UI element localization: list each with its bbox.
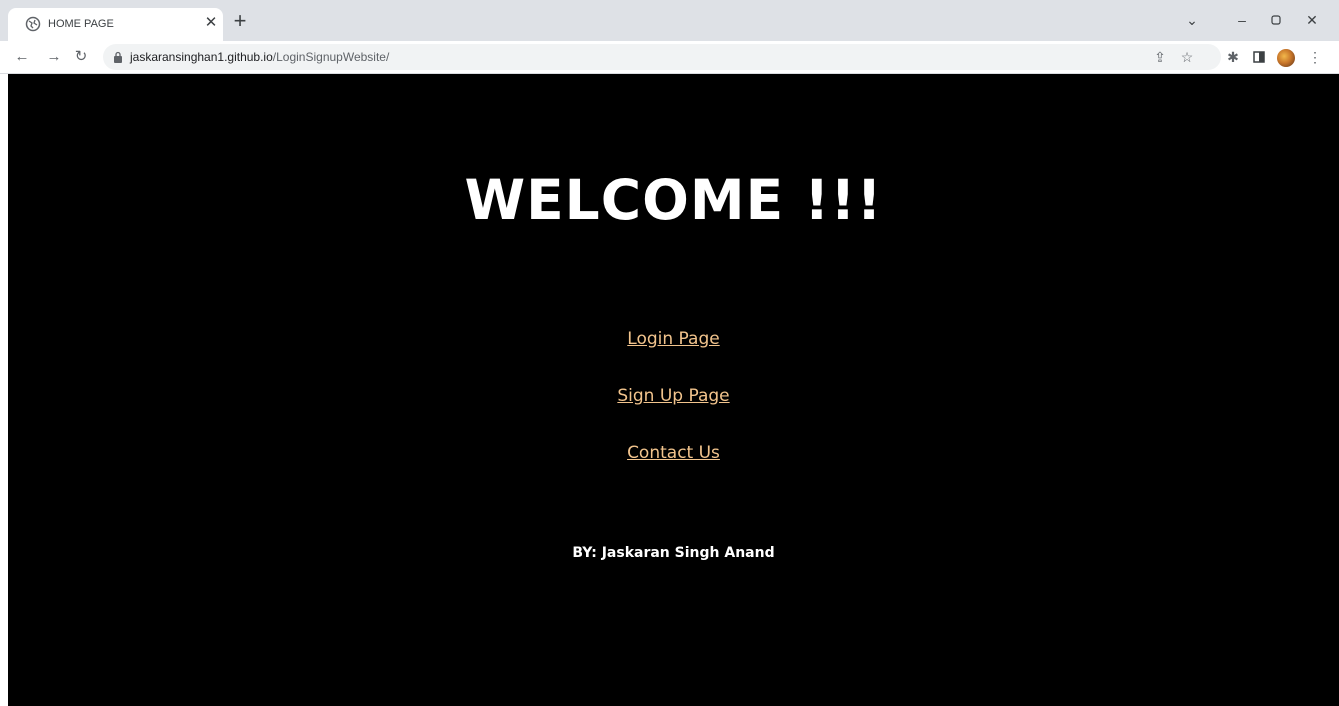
new-tab-icon[interactable]: + [230,10,250,32]
tab-search-icon[interactable]: ⌄ [1182,10,1202,30]
url-host: jaskaransinghan1.github.io [130,50,273,64]
contact-us-link[interactable]: Contact Us [627,443,720,463]
side-panel-icon[interactable] [1250,48,1268,66]
welcome-heading: WELCOME !!! [464,168,883,232]
tab-title: HOME PAGE [48,18,114,30]
profile-avatar[interactable] [1277,49,1295,67]
contact-link-row: Contact Us [8,443,1339,463]
browser-window: HOME PAGE ✕ + ⌄ – ✕ ← → ↻ jaskaransingha… [0,0,1339,706]
close-window-icon[interactable]: ✕ [1302,10,1322,30]
extensions-puzzle-icon[interactable]: ✱ [1224,48,1242,66]
lock-icon [114,51,122,63]
forward-arrow-icon[interactable]: → [44,46,64,68]
minimize-icon[interactable]: – [1232,10,1252,30]
address-bar[interactable]: jaskaransinghan1.github.io/LoginSignupWe… [103,44,1221,70]
reload-icon[interactable]: ↻ [71,46,91,68]
menu-kebab-icon[interactable]: ⋮ [1306,48,1324,66]
sign-up-page-link[interactable]: Sign Up Page [617,386,729,406]
share-icon[interactable]: ⇪ [1151,48,1169,66]
tab-close-icon[interactable]: ✕ [201,13,221,33]
tab-home-page[interactable]: HOME PAGE ✕ [8,8,223,41]
url-path: /LoginSignupWebsite/ [272,50,390,64]
login-link-row: Login Page [8,329,1339,349]
url-text: jaskaransinghan1.github.io/LoginSignupWe… [130,50,389,64]
browser-toolbar: ← → ↻ jaskaransinghan1.github.io/LoginSi… [0,41,1339,74]
restore-icon[interactable] [1266,10,1286,30]
bookmark-star-icon[interactable]: ☆ [1178,48,1196,66]
back-arrow-icon[interactable]: ← [12,46,32,68]
signup-link-row: Sign Up Page [8,386,1339,406]
login-page-link[interactable]: Login Page [627,329,719,349]
author-byline: BY: Jaskaran Singh Anand [572,545,775,561]
globe-icon [25,16,41,32]
tab-strip: HOME PAGE ✕ + ⌄ – ✕ [0,0,1339,41]
page-viewport: WELCOME !!! Login Page Sign Up Page Cont… [8,74,1339,706]
